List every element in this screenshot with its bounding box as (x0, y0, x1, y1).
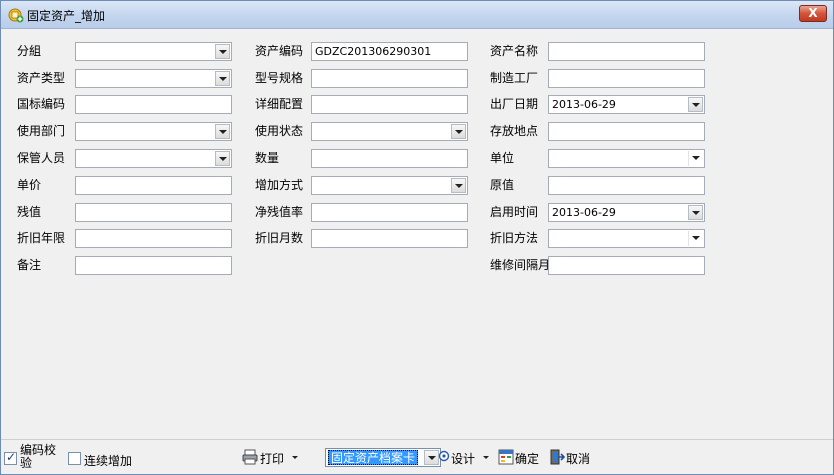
factory-date-value: 2013-06-29 (552, 98, 616, 111)
national-code-label: 国标编码 (17, 97, 66, 111)
unit-label: 单位 (490, 151, 515, 165)
calendar-dropdown-icon[interactable] (688, 205, 703, 220)
quantity-label: 数量 (255, 151, 280, 165)
start-date-value: 2013-06-29 (552, 206, 616, 219)
chevron-down-icon[interactable] (215, 71, 230, 86)
asset-type-select[interactable] (75, 69, 232, 88)
asset-code-input[interactable]: GDZC201306290301 (311, 42, 468, 61)
remark-label: 备注 (17, 258, 42, 272)
dep-months-label: 折旧月数 (255, 231, 304, 245)
config-input[interactable] (311, 95, 468, 114)
dept-select[interactable] (75, 122, 232, 141)
confirm-button[interactable]: 确定 (515, 450, 539, 467)
printer-icon[interactable] (242, 449, 258, 465)
asset-name-input[interactable] (548, 42, 705, 61)
code-check-checkbox[interactable] (4, 450, 17, 465)
chevron-down-icon[interactable] (424, 450, 439, 465)
manufacturer-label: 制造工厂 (490, 71, 539, 85)
chevron-down-icon[interactable] (688, 231, 703, 246)
add-method-select[interactable] (311, 176, 468, 195)
chevron-down-icon[interactable] (451, 178, 466, 193)
factory-date-label: 出厂日期 (490, 97, 539, 111)
group-select[interactable] (75, 42, 232, 61)
chevron-down-icon[interactable] (215, 151, 230, 166)
report-template-select[interactable]: 固定资产档案卡 (325, 448, 441, 467)
chevron-down-icon[interactable] (451, 124, 466, 139)
dep-years-input[interactable] (75, 229, 232, 248)
residual-label: 残值 (17, 205, 42, 219)
dept-label: 使用部门 (17, 124, 66, 138)
maintenance-label: 维修间隔月 (490, 258, 551, 272)
original-value-input[interactable] (548, 176, 705, 195)
dep-method-label: 折旧方法 (490, 231, 539, 245)
bottom-toolbar: 编码校验 连续增加 打印 固定资产档案卡 设计 确定 (1, 439, 833, 474)
factory-date-picker[interactable]: 2013-06-29 (548, 95, 705, 114)
original-value-label: 原值 (490, 178, 515, 192)
price-label: 单价 (17, 178, 42, 192)
continuous-add-checkbox[interactable] (68, 452, 81, 465)
app-icon (8, 8, 24, 23)
location-label: 存放地点 (490, 124, 539, 138)
start-date-picker[interactable]: 2013-06-29 (548, 203, 705, 222)
model-label: 型号规格 (255, 71, 304, 85)
chevron-down-icon[interactable] (215, 44, 230, 59)
dialog-window: 固定资产_增加 X 分組 资产编码 GDZC201306290301 资产名称 … (0, 0, 834, 475)
continuous-add-label: 连续增加 (84, 454, 133, 468)
code-check-label: 编码校验 (20, 443, 57, 470)
close-button[interactable]: X (799, 5, 827, 22)
keeper-select[interactable] (75, 149, 232, 168)
net-residual-rate-label: 净残值率 (255, 205, 304, 219)
use-status-select[interactable] (311, 122, 468, 141)
cancel-exit-icon[interactable] (549, 449, 565, 465)
use-status-label: 使用状态 (255, 124, 304, 138)
group-label: 分組 (17, 44, 42, 58)
model-input[interactable] (311, 69, 468, 88)
dep-months-input[interactable] (311, 229, 468, 248)
dep-method-select[interactable] (548, 229, 705, 248)
design-icon[interactable] (438, 450, 450, 462)
start-date-label: 启用时间 (490, 205, 539, 219)
dep-years-label: 折旧年限 (17, 231, 66, 245)
window-title: 固定资产_增加 (27, 9, 106, 23)
net-residual-rate-input[interactable] (311, 203, 468, 222)
confirm-icon[interactable] (498, 449, 514, 465)
national-code-input[interactable] (75, 95, 232, 114)
keeper-label: 保管人员 (17, 151, 66, 165)
maintenance-input[interactable] (548, 256, 705, 275)
residual-input[interactable] (75, 203, 232, 222)
add-method-label: 增加方式 (255, 178, 304, 192)
asset-name-label: 资产名称 (490, 44, 539, 58)
asset-form: 分組 资产编码 GDZC201306290301 资产名称 资产类型 型号规格 … (1, 29, 833, 439)
unit-select[interactable] (548, 149, 705, 168)
remark-input[interactable] (75, 256, 232, 275)
design-dropdown-icon[interactable] (483, 456, 489, 459)
calendar-dropdown-icon[interactable] (688, 97, 703, 112)
asset-type-label: 资产类型 (17, 71, 66, 85)
quantity-input[interactable] (311, 149, 468, 168)
print-button[interactable]: 打印 (260, 450, 284, 467)
report-template-value: 固定资产档案卡 (328, 450, 419, 465)
chevron-down-icon[interactable] (215, 124, 230, 139)
location-input[interactable] (548, 122, 705, 141)
price-input[interactable] (75, 176, 232, 195)
cancel-button[interactable]: 取消 (566, 450, 590, 467)
manufacturer-input[interactable] (548, 69, 705, 88)
config-label: 详细配置 (255, 97, 304, 111)
asset-code-label: 资产编码 (255, 44, 304, 58)
print-dropdown-icon[interactable] (292, 456, 298, 459)
design-button[interactable]: 设计 (451, 450, 475, 467)
chevron-down-icon[interactable] (688, 151, 703, 166)
title-bar[interactable]: 固定资产_增加 X (1, 1, 833, 29)
